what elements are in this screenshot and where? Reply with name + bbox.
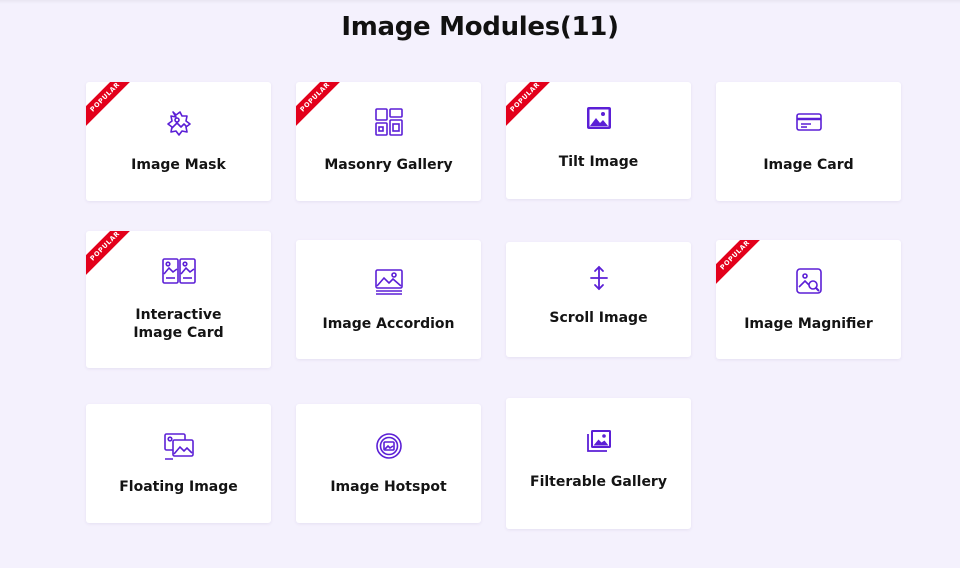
image-card-icon	[716, 106, 901, 138]
module-card-image-hotspot[interactable]: Image Hotspot	[296, 404, 481, 523]
module-label: Image Card	[763, 157, 854, 173]
image-mask-icon	[86, 106, 271, 138]
module-card-scroll-image[interactable]: Scroll Image	[506, 242, 691, 357]
module-card-interactive-image-card[interactable]: POPULAR Interactive Image Card	[86, 231, 271, 368]
module-card-filterable-gallery[interactable]: Filterable Gallery	[506, 398, 691, 529]
top-shadow	[0, 0, 960, 4]
module-card-floating-image[interactable]: Floating Image	[86, 404, 271, 523]
filterable-gallery-icon	[506, 425, 691, 457]
scroll-image-icon	[506, 262, 691, 294]
interactive-image-card-icon	[86, 255, 271, 287]
module-label: Scroll Image	[549, 310, 648, 326]
module-label-line2: Image Card	[133, 325, 224, 341]
module-label: Floating Image	[119, 479, 238, 495]
module-card-image-accordion[interactable]: Image Accordion	[296, 240, 481, 359]
module-label: Image Hotspot	[330, 479, 447, 495]
module-label: Tilt Image	[558, 154, 639, 170]
floating-image-icon	[86, 430, 271, 462]
image-magnifier-icon	[716, 265, 901, 297]
module-label: Image Accordion	[322, 316, 455, 332]
module-label: Image Mask	[131, 157, 226, 173]
module-label: Masonry Gallery	[324, 157, 453, 173]
module-card-tilt-image[interactable]: POPULAR Tilt Image	[506, 82, 691, 199]
module-label: Image Magnifier	[744, 316, 873, 332]
module-label: Filterable Gallery	[530, 474, 667, 490]
image-accordion-icon	[296, 266, 481, 298]
module-card-image-card[interactable]: Image Card	[716, 82, 901, 201]
image-hotspot-icon	[296, 430, 481, 462]
masonry-gallery-icon	[296, 106, 481, 138]
page-title: Image Modules(11)	[341, 12, 619, 42]
module-card-image-magnifier[interactable]: POPULAR Image Magnifier	[716, 240, 901, 359]
tilt-image-icon	[506, 102, 691, 134]
module-label-line1: Interactive	[135, 307, 222, 323]
module-card-image-mask[interactable]: POPULAR Image Mask	[86, 82, 271, 201]
module-card-masonry-gallery[interactable]: POPULAR Masonry Gallery	[296, 82, 481, 201]
